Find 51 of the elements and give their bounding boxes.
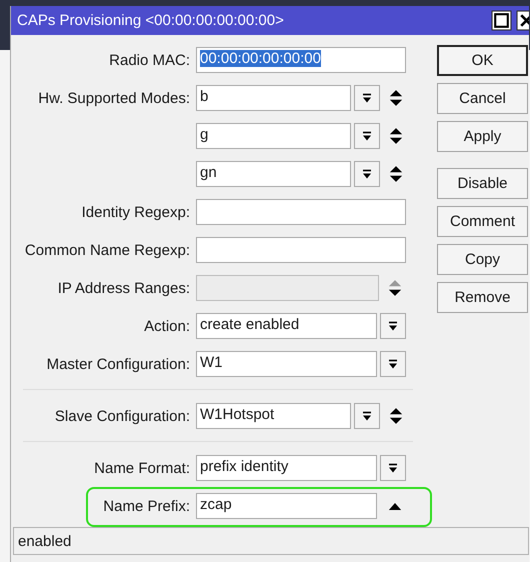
maximize-icon[interactable] [491, 10, 512, 31]
up-down-arrows-icon[interactable] [389, 127, 403, 145]
field-label: Master Configuration: [46, 356, 190, 372]
input-field[interactable]: b [196, 85, 351, 111]
input-field[interactable]: g [196, 123, 351, 149]
dropdown-arrow-icon[interactable] [362, 92, 372, 104]
input-field[interactable]: gn [196, 161, 351, 187]
dropdown-button[interactable] [354, 85, 380, 111]
dropdown-button[interactable] [380, 455, 406, 481]
field-label: Identity Regexp: [82, 204, 190, 220]
dropdown-button[interactable] [354, 161, 380, 187]
input-field[interactable]: create enabled [196, 313, 377, 339]
dropdown-button[interactable] [380, 313, 406, 339]
up-arrow-icon[interactable] [388, 502, 402, 510]
field-label: Hw. Supported Modes: [38, 90, 190, 106]
up-down-arrows-icon[interactable] [389, 165, 403, 183]
up-down-arrows-icon[interactable] [389, 89, 403, 107]
dialog-button[interactable]: Remove [437, 282, 528, 313]
dropdown-button[interactable] [354, 123, 380, 149]
field-label: Name Prefix: [103, 498, 190, 514]
input-field[interactable]: W1Hotspot [196, 403, 351, 429]
dialog-button[interactable]: Disable [437, 168, 528, 199]
status-bar: enabled [13, 527, 529, 555]
dialog-button[interactable]: Cancel [437, 83, 528, 114]
field-label: Common Name Regexp: [24, 242, 190, 258]
dropdown-arrow-icon[interactable] [362, 130, 372, 142]
input-field[interactable] [196, 237, 406, 263]
dropdown-button[interactable] [354, 403, 380, 429]
dialog-button[interactable]: OK [437, 45, 528, 76]
input-field[interactable]: zcap [196, 493, 377, 519]
dropdown-button[interactable] [380, 351, 406, 377]
field-label: Radio MAC: [109, 52, 190, 68]
input-field[interactable]: 00:00:00:00:00:00 [196, 47, 406, 73]
input-field[interactable]: W1 [196, 351, 377, 377]
dropdown-arrow-icon[interactable] [362, 168, 372, 180]
input-field[interactable]: prefix identity [196, 455, 377, 481]
input-field[interactable] [196, 199, 406, 225]
field-label: IP Address Ranges: [58, 280, 190, 296]
dropdown-arrow-icon[interactable] [388, 462, 398, 474]
window-title: CAPs Provisioning <00:00:00:00:00:00> [17, 12, 285, 29]
field-label: Name Format: [94, 460, 190, 476]
dropdown-arrow-icon[interactable] [362, 410, 372, 422]
up-down-arrows-icon[interactable] [388, 279, 402, 297]
field-label: Slave Configuration: [54, 408, 190, 424]
field-label: Action: [144, 318, 190, 334]
dialog-button[interactable]: Apply [437, 121, 528, 152]
up-down-arrows-icon[interactable] [389, 407, 403, 425]
dialog-button[interactable]: Comment [437, 206, 528, 237]
dialog-button[interactable]: Copy [437, 244, 528, 275]
dropdown-arrow-icon[interactable] [388, 358, 398, 370]
dropdown-arrow-icon[interactable] [388, 320, 398, 332]
